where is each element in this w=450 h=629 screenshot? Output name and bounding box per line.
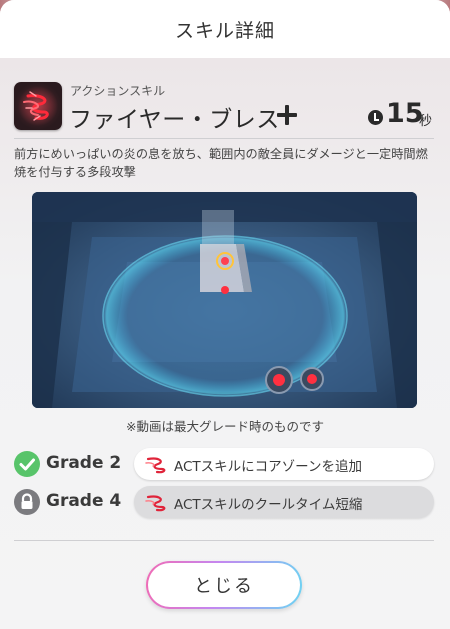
grade-row-2: Grade 2 ACTスキルにコアゾーンを追加 bbox=[14, 448, 434, 480]
skill-preview-video[interactable] bbox=[32, 192, 417, 408]
divider bbox=[14, 540, 434, 541]
grade-row-4: Grade 4 ACTスキルのクールタイム短縮 bbox=[14, 486, 434, 518]
video-note: ※動画は最大グレード時のものです bbox=[126, 419, 324, 434]
skill-detail-dialog: スキル詳細 アクションスキル ファイヤー・ブレス 15 秒 前方にめいっぱいの炎… bbox=[0, 0, 450, 629]
grade-label: Grade 2 bbox=[46, 453, 122, 473]
cooldown-unit: 秒 bbox=[419, 114, 433, 129]
skill-name: ファイヤー・ブレス bbox=[69, 107, 280, 133]
grade-effect-text: ACTスキルのクールタイム短縮 bbox=[174, 497, 363, 513]
dialog-header: スキル詳細 bbox=[0, 0, 450, 58]
close-button[interactable]: とじる bbox=[146, 561, 302, 609]
cooldown-value: 15 bbox=[386, 98, 424, 129]
dialog-title: スキル詳細 bbox=[174, 19, 275, 42]
lock-icon bbox=[14, 489, 40, 515]
check-icon bbox=[14, 451, 40, 477]
flame-spiral-icon bbox=[144, 491, 170, 513]
flame-spiral-icon bbox=[14, 82, 62, 130]
plus-icon bbox=[276, 104, 298, 126]
grade-effect-pill: ACTスキルにコアゾーンを追加 bbox=[134, 448, 434, 480]
grade-effect-text: ACTスキルにコアゾーンを追加 bbox=[174, 459, 362, 475]
skill-description: 前方にめいっぱいの炎の息を放ち、範囲内の敵全員にダメージと一定時間燃焼を付与する… bbox=[14, 147, 428, 179]
divider bbox=[14, 138, 434, 139]
grade-label: Grade 4 bbox=[46, 491, 122, 511]
flame-spiral-icon bbox=[144, 453, 170, 475]
skill-type-label: アクションスキル bbox=[70, 84, 166, 98]
cooldown-timer-icon bbox=[368, 110, 383, 125]
grade-effect-pill: ACTスキルのクールタイム短縮 bbox=[134, 486, 434, 518]
